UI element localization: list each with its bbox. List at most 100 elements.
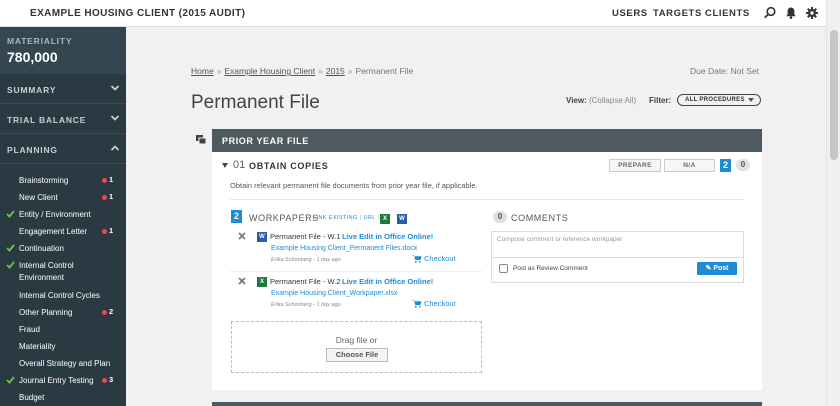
sidebar-item-label: Materiality	[19, 342, 56, 351]
sidebar-item-materiality[interactable]: Materiality	[0, 338, 126, 355]
comments-count-badge: 0	[493, 211, 507, 223]
sidebar-item-entity-environment[interactable]: Entity / Environment	[0, 206, 126, 223]
remove-icon[interactable]	[238, 277, 246, 285]
alert-count: 3	[109, 375, 114, 384]
choose-file-button[interactable]: Choose File	[326, 348, 388, 362]
sidebar-item-brainstorming[interactable]: Brainstorming 1	[0, 172, 126, 189]
procedure-description: Obtain relevant permanent file documents…	[230, 181, 478, 190]
word-new-icon[interactable]: W	[397, 214, 407, 224]
sidebar-item-label: Brainstorming	[19, 176, 69, 185]
sidebar-section-planning[interactable]: PLANNING	[0, 134, 126, 164]
link-existing-link[interactable]: LINK EXISTING	[313, 215, 358, 221]
nav-targets[interactable]: TARGETS	[653, 8, 702, 19]
sidebar-item-internal-control-cycles[interactable]: Internal Control Cycles	[0, 287, 126, 304]
check-icon	[6, 261, 15, 269]
breadcrumb: Home» Example Housing Client» 2015» Permane…	[191, 66, 413, 76]
alert-count: 1	[109, 226, 114, 235]
na-button[interactable]: N/A	[664, 159, 715, 172]
prepare-button[interactable]: PREPARE	[609, 159, 661, 172]
workpaper-filename[interactable]: Example Housing Client_Permanent Files.d…	[271, 245, 417, 252]
check-icon	[6, 244, 15, 252]
live-edit-link[interactable]: Live Edit in Office Online!	[342, 277, 433, 286]
caret-down-icon[interactable]	[222, 163, 228, 168]
sidebar-item-budget[interactable]: Budget	[0, 389, 126, 406]
collapse-all-link[interactable]: (Collapse All)	[589, 96, 636, 105]
post-button[interactable]: ✎ Post	[697, 262, 737, 275]
sidebar-section-summary[interactable]: SUMMARY	[0, 74, 126, 104]
dropdown-arrow-icon	[748, 98, 754, 102]
review-comment-checkbox[interactable]	[499, 264, 508, 273]
section-header[interactable]: PRIOR YEAR FILE	[212, 129, 762, 152]
chevron-up-icon	[110, 145, 120, 151]
sidebar-item-label: Entity / Environment	[19, 210, 91, 219]
sidebar-item-label: New Client	[19, 193, 58, 202]
next-section-header[interactable]	[212, 402, 762, 406]
workpapers-heading: WORKPAPERS	[249, 213, 319, 223]
comment-input[interactable]: Compose comment or reference workpaper	[492, 232, 743, 258]
breadcrumb-separator: »	[318, 66, 323, 76]
sidebar-item-internal-control-environment[interactable]: Internal Control Environment	[0, 257, 126, 283]
procedure-title[interactable]: OBTAIN COPIES	[249, 161, 328, 171]
divider	[230, 199, 744, 200]
check-icon	[6, 376, 15, 384]
breadcrumb-year[interactable]: 2015	[326, 66, 345, 76]
workpaper-count-badge: 2	[720, 159, 731, 172]
dropzone-text: Drag file or	[335, 335, 378, 345]
view-label: View:	[566, 96, 587, 105]
page-scrollbar[interactable]	[826, 0, 840, 406]
procedure-panel: 01 OBTAIN COPIES PREPARE N/A 2 0 Obtain …	[212, 152, 762, 390]
sidebar-item-label: Budget	[19, 393, 45, 402]
sidebar-section-trial-balance[interactable]: TRIAL BALANCE	[0, 104, 126, 134]
search-icon[interactable]	[763, 6, 777, 20]
filter-select[interactable]: ALL PROCEDURES	[677, 94, 761, 106]
section-title: PRIOR YEAR FILE	[222, 136, 309, 146]
view-control: View: (Collapse All)	[566, 96, 636, 105]
workpaper-name[interactable]: Permanent File - W.2	[270, 277, 340, 286]
remove-icon[interactable]	[238, 232, 246, 240]
file-dropzone[interactable]: Drag file or Choose File	[231, 321, 482, 373]
nav-clients[interactable]: CLIENTS	[705, 8, 750, 19]
sidebar-section-label: PLANNING	[7, 145, 58, 155]
excel-new-icon[interactable]: X	[380, 214, 390, 224]
sidebar-item-other-planning[interactable]: Other Planning 2	[0, 304, 126, 321]
url-link[interactable]: URL	[363, 215, 375, 221]
sidebar-item-label: Other Planning	[19, 308, 73, 317]
workpaper-name[interactable]: Permanent File - W.1	[270, 232, 340, 241]
gear-icon[interactable]	[805, 6, 819, 20]
sidebar-item-label: Journal Entry Testing	[19, 376, 94, 385]
scrollbar-thumb[interactable]	[830, 30, 838, 160]
cart-icon	[412, 300, 422, 308]
sidebar-item-engagement-letter[interactable]: Engagement Letter 1	[0, 223, 126, 240]
filter-label: Filter:	[649, 96, 672, 105]
materiality-value: 780,000	[7, 49, 58, 65]
breadcrumb-client[interactable]: Example Housing Client	[224, 66, 315, 76]
breadcrumb-separator: »	[216, 66, 222, 76]
alert-count: 1	[109, 175, 114, 184]
review-comment-label: Post as Review Comment	[513, 265, 588, 272]
live-edit-link[interactable]: Live Edit in Office Online!	[342, 232, 433, 241]
workpaper-item: X Permanent File - W.2 Live Edit in Offi…	[230, 275, 482, 315]
checkout-link[interactable]: Checkout	[424, 254, 456, 263]
alert-dot	[102, 178, 107, 183]
check-icon	[6, 210, 15, 218]
chevron-down-icon	[110, 115, 120, 121]
alert-count: 1	[109, 192, 114, 201]
bell-icon[interactable]	[784, 6, 798, 20]
sidebar-item-fraud[interactable]: Fraud	[0, 321, 126, 338]
nav-users[interactable]: USERS	[612, 8, 648, 19]
sidebar-item-overall-strategy[interactable]: Overall Strategy and Plan	[0, 355, 126, 372]
word-file-icon: W	[257, 232, 267, 242]
client-title[interactable]: EXAMPLE HOUSING CLIENT (2015 AUDIT)	[30, 8, 245, 19]
filter-selected-value: ALL PROCEDURES	[685, 97, 745, 103]
sidebar-item-label: Internal Control	[19, 261, 74, 270]
sidebar-item-new-client[interactable]: New Client 1	[0, 189, 126, 206]
sidebar-item-continuation[interactable]: Continuation	[0, 240, 126, 257]
breadcrumb-home[interactable]: Home	[191, 66, 214, 76]
due-date[interactable]: Due Date: Not Set	[690, 66, 759, 76]
alert-dot	[102, 378, 107, 383]
materiality-label: MATERIALITY	[7, 36, 73, 46]
sidebar-item-journal-entry-testing[interactable]: Journal Entry Testing 3	[0, 372, 126, 389]
checkout-link[interactable]: Checkout	[424, 299, 456, 308]
sidebar-section-label: SUMMARY	[7, 85, 57, 95]
workpaper-filename[interactable]: Example Housing Client_Workpaper.xlsx	[271, 290, 397, 297]
